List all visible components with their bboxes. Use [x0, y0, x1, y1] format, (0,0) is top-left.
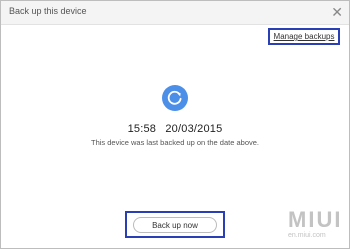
sync-icon	[162, 85, 188, 111]
last-backup-date: 20/03/2015	[165, 123, 223, 135]
manage-backups-link[interactable]: Manage backups	[268, 28, 340, 45]
backup-dialog: Back up this device ✕ Manage backups 15:…	[0, 0, 350, 249]
last-backup-time: 15:58	[127, 123, 157, 135]
last-backup-message: This device was last backed up on the da…	[90, 138, 260, 147]
sync-icon-glyph	[167, 90, 182, 105]
watermark-url: en.miui.com	[288, 232, 326, 239]
close-icon[interactable]: ✕	[331, 3, 343, 21]
last-backup-datetime: 15:58 20/03/2015	[1, 123, 349, 135]
window-title: Back up this device	[9, 6, 87, 16]
miui-watermark: MIUI en.miui.com	[288, 208, 348, 248]
title-bar: Back up this device ✕	[1, 1, 349, 25]
watermark-logo: MIUI	[288, 207, 343, 232]
back-up-now-button[interactable]: Back up now	[133, 217, 217, 233]
